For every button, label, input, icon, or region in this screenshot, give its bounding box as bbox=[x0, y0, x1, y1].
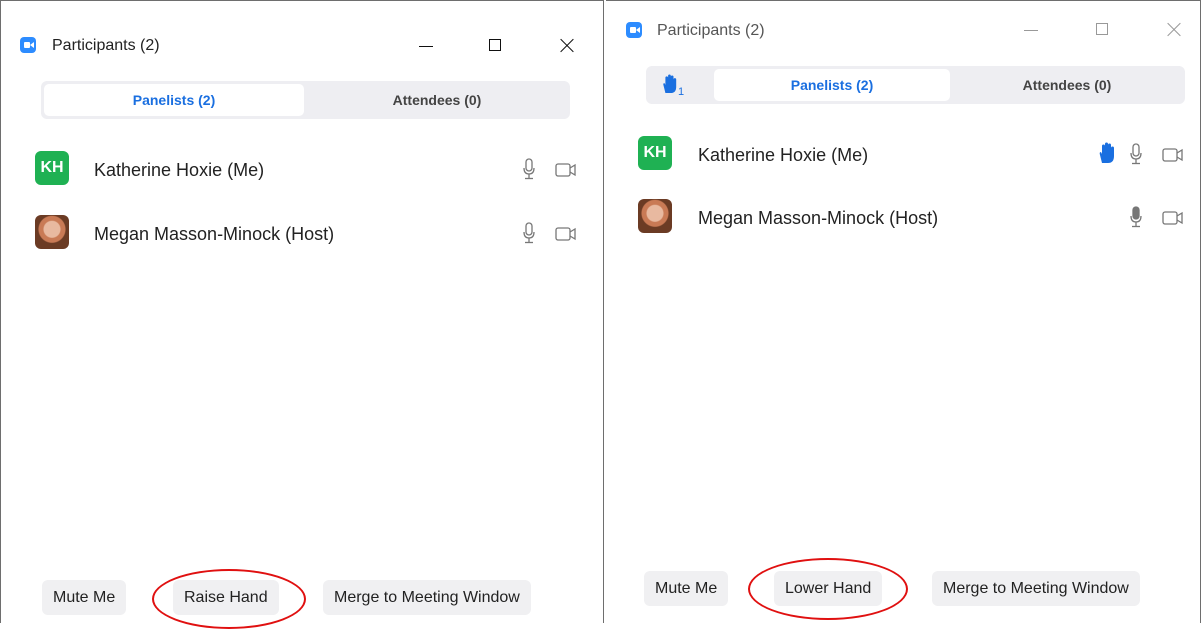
raised-hand-icon bbox=[1099, 142, 1114, 163]
tab-bar: Panelists (2) Attendees (0) bbox=[41, 81, 570, 119]
avatar: KH bbox=[638, 136, 672, 170]
zoom-app-icon bbox=[20, 37, 36, 53]
close-icon[interactable] bbox=[552, 31, 582, 61]
raised-hand-icon bbox=[663, 74, 677, 93]
close-icon[interactable] bbox=[1159, 15, 1189, 45]
window-title: Participants (2) bbox=[657, 22, 765, 39]
avatar: KH bbox=[35, 151, 69, 185]
microphone-icon[interactable] bbox=[522, 222, 536, 244]
camera-icon[interactable] bbox=[555, 227, 577, 241]
raise-hand-button[interactable]: Raise Hand bbox=[173, 580, 279, 615]
avatar bbox=[35, 215, 69, 249]
zoom-app-icon bbox=[626, 22, 642, 38]
camera-icon[interactable] bbox=[1162, 148, 1184, 162]
merge-to-meeting-window-button[interactable]: Merge to Meeting Window bbox=[932, 571, 1140, 606]
merge-to-meeting-window-button[interactable]: Merge to Meeting Window bbox=[323, 580, 531, 615]
participant-name: Megan Masson-Minock (Host) bbox=[94, 224, 335, 244]
microphone-icon[interactable] bbox=[1129, 206, 1143, 228]
avatar bbox=[638, 199, 672, 233]
participant-name: Megan Masson-Minock (Host) bbox=[698, 208, 939, 228]
window-title: Participants (2) bbox=[52, 37, 160, 54]
titlebar: Participants (2) bbox=[606, 1, 1200, 61]
lower-hand-button[interactable]: Lower Hand bbox=[774, 571, 883, 606]
list-item[interactable]: KH Katherine Hoxie (Me) bbox=[606, 132, 1200, 176]
camera-icon[interactable] bbox=[555, 163, 577, 177]
microphone-icon[interactable] bbox=[1129, 143, 1143, 165]
participants-window-right: Participants (2) 1 Panelists (2) Attende… bbox=[606, 0, 1201, 623]
tab-panelists[interactable]: Panelists (2) bbox=[44, 84, 304, 116]
raised-hand-count: 1 bbox=[678, 86, 685, 98]
tab-attendees[interactable]: Attendees (0) bbox=[951, 69, 1183, 101]
tab-panelists[interactable]: Panelists (2) bbox=[714, 69, 950, 101]
tab-bar: 1 Panelists (2) Attendees (0) bbox=[646, 66, 1185, 104]
mute-me-button[interactable]: Mute Me bbox=[42, 580, 127, 615]
participants-window-left: Participants (2) Panelists (2) Attendees… bbox=[0, 0, 604, 629]
camera-icon[interactable] bbox=[1162, 211, 1184, 225]
minimize-icon[interactable] bbox=[1016, 15, 1046, 45]
maximize-icon[interactable] bbox=[481, 31, 511, 61]
titlebar: Participants (2) bbox=[1, 1, 603, 61]
mute-me-button[interactable]: Mute Me bbox=[644, 571, 729, 606]
tab-attendees[interactable]: Attendees (0) bbox=[306, 84, 568, 116]
list-item[interactable]: KH Katherine Hoxie (Me) bbox=[1, 147, 603, 191]
participant-name: Katherine Hoxie (Me) bbox=[698, 145, 869, 165]
microphone-icon[interactable] bbox=[522, 158, 536, 180]
minimize-icon[interactable] bbox=[411, 31, 441, 61]
list-item[interactable]: Megan Masson-Minock (Host) bbox=[1, 211, 603, 255]
list-item[interactable]: Megan Masson-Minock (Host) bbox=[606, 195, 1200, 239]
maximize-icon[interactable] bbox=[1088, 15, 1118, 45]
participant-name: Katherine Hoxie (Me) bbox=[94, 160, 265, 180]
